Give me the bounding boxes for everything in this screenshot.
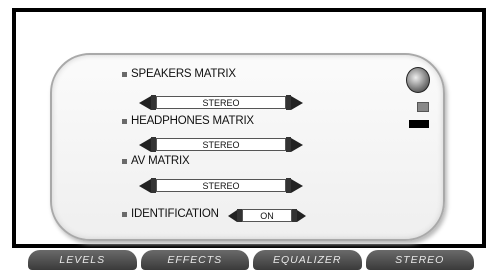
tab-effects[interactable]: EFFECTS	[140, 250, 249, 270]
bullet-icon	[122, 118, 127, 124]
arrow-right-icon[interactable]	[291, 178, 303, 193]
tab-stereo[interactable]: STEREO	[365, 250, 474, 270]
arrow-left-icon[interactable]	[139, 95, 151, 110]
tab-equalizer[interactable]: EQUALIZER	[253, 250, 362, 270]
indicator-bar	[409, 120, 429, 128]
device-icon	[417, 102, 429, 112]
identification-label: IDENTIFICATION	[131, 208, 219, 220]
headphones-matrix-label: HEADPHONES MATRIX	[131, 115, 254, 127]
arrow-left-icon[interactable]	[139, 137, 151, 152]
av-matrix-selector[interactable]: STEREO	[139, 178, 303, 193]
arrow-right-icon[interactable]	[297, 209, 306, 222]
identification-value[interactable]: ON	[242, 209, 292, 222]
av-matrix-label: AV MATRIX	[131, 155, 190, 167]
headphones-matrix-row: HEADPHONES MATRIX	[122, 115, 254, 127]
bullet-icon	[122, 158, 127, 164]
identification-selector[interactable]: ON	[228, 209, 306, 222]
tab-levels[interactable]: LEVELS	[28, 250, 137, 270]
av-matrix-value[interactable]: STEREO	[156, 179, 286, 192]
arrow-left-icon[interactable]	[228, 209, 237, 222]
arrow-right-icon[interactable]	[291, 95, 303, 110]
arrow-right-icon[interactable]	[291, 137, 303, 152]
identification-row: IDENTIFICATION	[122, 208, 219, 220]
bullet-icon	[122, 71, 127, 77]
av-matrix-row: AV MATRIX	[122, 155, 190, 167]
speakers-matrix-selector[interactable]: STEREO	[139, 95, 303, 110]
brand-logo-icon	[406, 67, 430, 93]
headphones-matrix-selector[interactable]: STEREO	[139, 137, 303, 152]
bottom-tab-bar: LEVELS EFFECTS EQUALIZER STEREO	[28, 250, 478, 270]
arrow-left-icon[interactable]	[139, 178, 151, 193]
speakers-matrix-value[interactable]: STEREO	[156, 96, 286, 109]
bullet-icon	[122, 211, 127, 217]
speakers-matrix-label: SPEAKERS MATRIX	[131, 68, 236, 80]
headphones-matrix-value[interactable]: STEREO	[156, 138, 286, 151]
speakers-matrix-row: SPEAKERS MATRIX	[122, 68, 236, 80]
